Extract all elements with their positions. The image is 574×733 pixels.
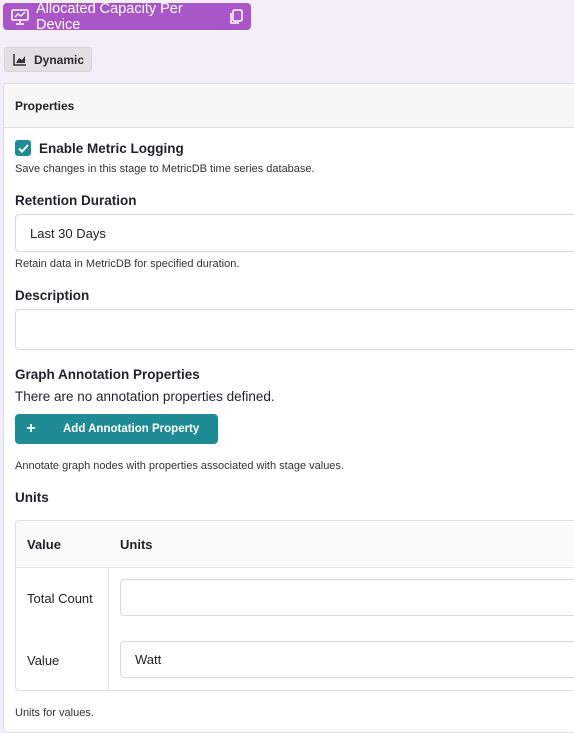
units-table-header-units: Units xyxy=(109,521,574,568)
metric-logging-row[interactable]: Enable Metric Logging xyxy=(15,140,184,156)
retention-value: Last 30 Days xyxy=(30,225,106,241)
metric-logging-checkbox[interactable] xyxy=(15,140,31,156)
retention-help: Retain data in MetricDB for specified du… xyxy=(15,258,240,270)
units-table-divider xyxy=(108,567,109,690)
description-input[interactable] xyxy=(15,309,574,350)
units-help: Units for values. xyxy=(15,707,94,719)
stage-title: Allocated Capacity Per Device xyxy=(36,0,183,33)
chart-area-icon xyxy=(13,53,27,67)
stage-title-badge[interactable]: Allocated Capacity Per Device xyxy=(3,0,251,33)
units-row-2-input[interactable]: Watt xyxy=(120,641,574,678)
copy-icon[interactable] xyxy=(229,8,243,25)
units-row-2-value: Value xyxy=(27,652,60,668)
metric-logging-help: Save changes in this stage to MetricDB t… xyxy=(15,163,315,175)
dynamic-mode-button[interactable]: Dynamic xyxy=(4,47,92,72)
units-table-header-value: Value xyxy=(16,521,120,568)
dynamic-mode-label: Dynamic xyxy=(34,52,85,67)
metric-logging-label: Enable Metric Logging xyxy=(39,140,184,156)
panel-heading: Properties xyxy=(4,84,574,128)
units-label: Units xyxy=(15,490,49,505)
properties-panel: Properties Enable Metric Logging Save ch… xyxy=(3,83,574,733)
graph-annotation-label: Graph Annotation Properties xyxy=(15,367,200,382)
units-row-2-units: Watt xyxy=(135,652,162,667)
add-annotation-property-label: Add Annotation Property xyxy=(63,423,200,435)
plus-icon: + xyxy=(26,420,36,437)
graph-annotation-help: Annotate graph nodes with properties ass… xyxy=(15,460,344,472)
add-annotation-property-button[interactable]: + Add Annotation Property xyxy=(15,414,218,444)
units-row-1-value: Total Count xyxy=(27,590,93,606)
units-row-1-input[interactable] xyxy=(120,579,574,616)
units-table: Value Units Total Count Value Watt xyxy=(15,520,574,691)
description-label: Description xyxy=(15,288,90,303)
monitor-chart-icon xyxy=(11,8,29,26)
graph-annotation-empty-text: There are no annotation properties defin… xyxy=(15,389,275,404)
retention-select[interactable]: Last 30 Days xyxy=(15,214,574,252)
retention-label: Retention Duration xyxy=(15,193,137,208)
